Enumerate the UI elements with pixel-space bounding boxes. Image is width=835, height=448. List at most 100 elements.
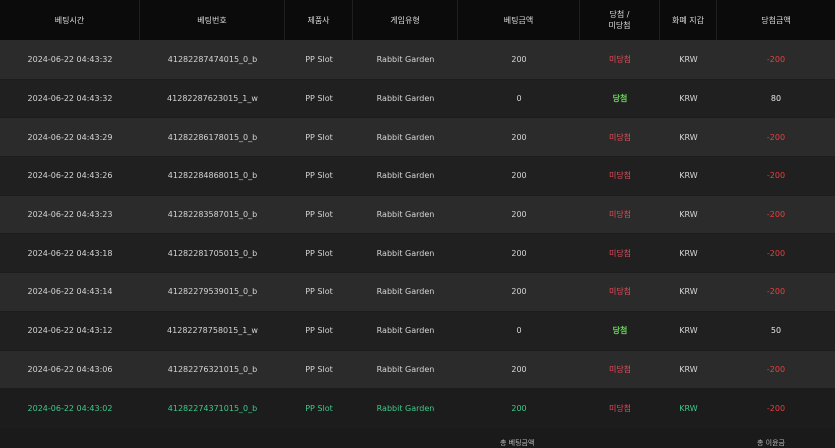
table-row[interactable]: 2024-06-22 04:43:32 41282287474015_0_b PP … [0, 41, 835, 80]
cell-result: 당첨 [612, 326, 628, 336]
cell-currency: KRW [679, 94, 698, 104]
col-header-bet-id: 베팅번호 [140, 0, 285, 40]
cell-win-amount: -200 [766, 364, 786, 374]
col-header-game-type: 게임유형 [353, 0, 458, 40]
col-header-win-amount: 당첨금액 [761, 15, 791, 25]
cell-result: 미당첨 [608, 171, 632, 181]
cell-provider: PP Slot [305, 132, 333, 142]
cell-result: 미당첨 [608, 210, 632, 220]
cell-bet-time: 2024-06-22 04:43:23 [27, 210, 113, 220]
cell-game-type: Rabbit Garden [376, 55, 435, 65]
cell-bet-id: 41282286178015_0_b [167, 132, 258, 142]
cell-bet-amount: 200 [511, 171, 527, 181]
col-header-bet-amount: 베팅금액 [458, 0, 580, 40]
cell-currency: KRW [679, 326, 698, 336]
cell-bet-time: 2024-06-22 04:43:06 [27, 364, 113, 374]
cell-bet-time: 2024-06-22 04:43:18 [27, 248, 113, 258]
table-header: 베팅시간 베팅번호 제품사 게임유형 베팅금액 당첨 / 미당첨 화폐 지갑 당… [0, 0, 835, 41]
cell-win-amount: -200 [766, 55, 786, 65]
cell-provider: PP Slot [305, 94, 333, 104]
cell-bet-amount: 200 [511, 132, 527, 142]
cell-currency: KRW [679, 210, 698, 220]
table-row[interactable]: 2024-06-22 04:43:06 41282276321015_0_b PP … [0, 350, 835, 390]
cell-win-amount: -200 [766, 248, 786, 258]
cell-result: 미당첨 [608, 132, 632, 142]
cell-win-amount: 50 [770, 326, 782, 336]
cell-win-amount: 80 [770, 94, 782, 104]
cell-bet-amount: 200 [511, 248, 527, 258]
cell-result: 미당첨 [608, 403, 632, 413]
col-header-bet-time: 베팅시간 [0, 0, 140, 40]
table-row[interactable]: 2024-06-22 04:43:23 41282283587015_0_b PP … [0, 195, 835, 235]
table-row[interactable]: 2024-06-22 04:43:18 41282281705015_0_b PP … [0, 234, 835, 274]
table-footer: 총 베팅금액 총 이윤금 [0, 427, 835, 448]
cell-currency: KRW [679, 171, 698, 181]
cell-result: 당첨 [612, 94, 628, 104]
cell-bet-id: 41282287623015_1_w [167, 94, 258, 104]
cell-bet-id: 41282287474015_0_b [167, 55, 258, 65]
cell-bet-id: 41282283587015_0_b [167, 210, 258, 220]
cell-bet-id: 41282276321015_0_b [167, 364, 258, 374]
cell-provider: PP Slot [305, 210, 333, 220]
cell-game-type: Rabbit Garden [376, 210, 435, 220]
cell-win-amount: -200 [766, 210, 786, 220]
cell-game-type: Rabbit Garden [376, 326, 435, 336]
cell-provider: PP Slot [305, 364, 333, 374]
cell-bet-id: 41282284868015_0_b [167, 171, 258, 181]
cell-bet-amount: 0 [516, 94, 522, 104]
cell-win-amount: -200 [766, 132, 786, 142]
cell-game-type: Rabbit Garden [376, 132, 435, 142]
cell-currency: KRW [679, 403, 698, 413]
cell-win-amount: -200 [766, 403, 786, 413]
cell-currency: KRW [679, 364, 698, 374]
cell-game-type: Rabbit Garden [376, 94, 435, 104]
cell-bet-time: 2024-06-22 04:43:14 [27, 287, 113, 297]
cell-bet-id: 41282278758015_1_w [167, 326, 258, 336]
cell-provider: PP Slot [305, 171, 333, 181]
cell-result: 미당첨 [608, 287, 632, 297]
cell-result: 미당첨 [608, 364, 632, 374]
col-header-provider: 제품사 [285, 0, 353, 40]
cell-game-type: Rabbit Garden [376, 287, 435, 297]
col-header-result: 당첨 / 미당첨 [580, 0, 660, 40]
cell-bet-id: 41282279539015_0_b [167, 287, 258, 297]
cell-bet-amount: 200 [511, 287, 527, 297]
cell-currency: KRW [679, 55, 698, 65]
cell-bet-id: 41282274371015_0_b [167, 403, 258, 413]
table-body: 2024-06-22 04:43:32 41282287474015_0_b PP … [0, 41, 835, 428]
cell-currency: KRW [679, 248, 698, 258]
cell-bet-amount: 200 [511, 364, 527, 374]
cell-currency: KRW [679, 287, 698, 297]
table-row[interactable]: 2024-06-22 04:43:29 41282286178015_0_b PP … [0, 118, 835, 158]
cell-result: 미당첨 [608, 248, 632, 258]
cell-game-type: Rabbit Garden [376, 248, 435, 258]
cell-provider: PP Slot [305, 55, 333, 65]
cell-bet-time: 2024-06-22 04:43:32 [27, 55, 113, 65]
cell-bet-amount: 200 [511, 210, 527, 220]
col-header-currency: 화폐 지갑 [660, 0, 717, 40]
table-row[interactable]: 2024-06-22 04:43:32 41282287623015_1_w PP … [0, 79, 835, 119]
cell-bet-time: 2024-06-22 04:43:12 [27, 326, 113, 336]
cell-game-type: Rabbit Garden [376, 403, 435, 413]
table-row[interactable]: 2024-06-22 04:43:12 41282278758015_1_w PP … [0, 311, 835, 351]
bet-history-table: 베팅시간 베팅번호 제품사 게임유형 베팅금액 당첨 / 미당첨 화폐 지갑 당… [0, 0, 835, 448]
cell-bet-id: 41282281705015_0_b [167, 248, 258, 258]
cell-win-amount: -200 [766, 287, 786, 297]
table-row[interactable]: 2024-06-22 04:43:02 41282274371015_0_b PP … [0, 389, 835, 428]
cell-bet-amount: 200 [511, 403, 527, 413]
cell-provider: PP Slot [305, 403, 333, 413]
cell-bet-time: 2024-06-22 04:43:26 [27, 171, 113, 181]
table-row[interactable]: 2024-06-22 04:43:14 41282279539015_0_b PP … [0, 273, 835, 312]
table-row[interactable]: 2024-06-22 04:43:26 41282284868015_0_b PP … [0, 157, 835, 196]
cell-result: 미당첨 [608, 55, 632, 65]
cell-currency: KRW [679, 132, 698, 142]
cell-provider: PP Slot [305, 287, 333, 297]
cell-bet-time: 2024-06-22 04:43:02 [27, 403, 113, 413]
cell-bet-amount: 200 [511, 55, 527, 65]
cell-provider: PP Slot [305, 248, 333, 258]
cell-provider: PP Slot [305, 326, 333, 336]
cell-game-type: Rabbit Garden [376, 171, 435, 181]
cell-bet-amount: 0 [516, 326, 522, 336]
cell-game-type: Rabbit Garden [376, 364, 435, 374]
cell-bet-time: 2024-06-22 04:43:29 [27, 132, 113, 142]
